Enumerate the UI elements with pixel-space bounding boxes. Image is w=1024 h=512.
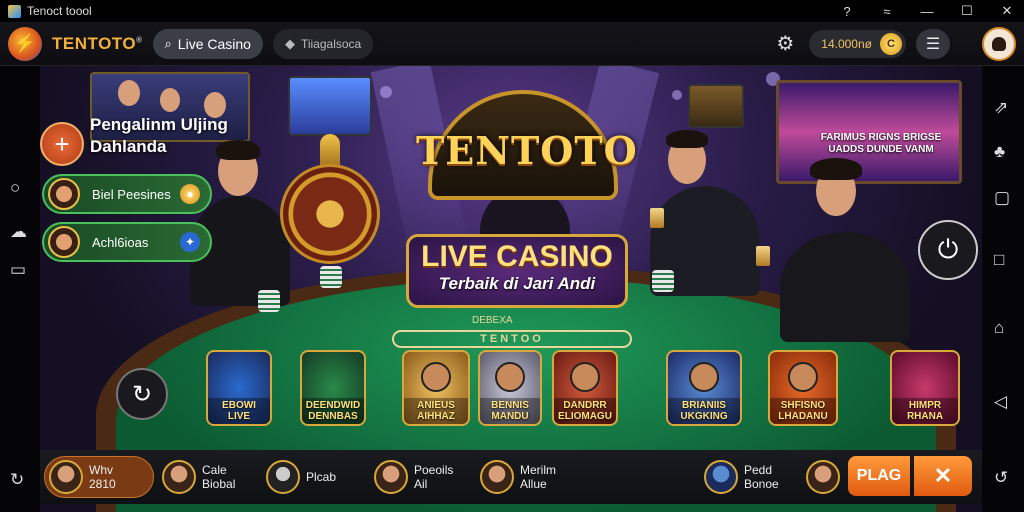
sidebar-item-achievements[interactable]: Achl6ioas ✦ bbox=[42, 222, 212, 262]
game-tile[interactable]: SHFISNO LHADANU bbox=[768, 350, 838, 426]
felt-top-label: DEBEXA bbox=[472, 315, 513, 326]
avatar bbox=[162, 460, 196, 494]
back-icon[interactable]: ◁ bbox=[994, 392, 1007, 412]
tv-screen bbox=[288, 76, 372, 136]
balance-badge[interactable]: 14.000nø C bbox=[809, 29, 906, 58]
export-icon[interactable]: ⇗ bbox=[994, 98, 1008, 118]
brand-name[interactable]: TENTOTO® bbox=[52, 34, 143, 54]
avatar bbox=[266, 460, 300, 494]
player-item[interactable]: Poeoils Ail bbox=[374, 456, 453, 498]
game-tile-name: DEENDWID DENNBAS bbox=[302, 398, 364, 424]
left-rail: ○ ☁ ▭ ↻ bbox=[0, 66, 40, 512]
circle-icon[interactable]: ○ bbox=[10, 178, 20, 198]
game-tile[interactable]: BRIANIIS UKGKING bbox=[666, 350, 742, 426]
ball-icon: ● bbox=[180, 184, 200, 204]
gamepad-icon[interactable]: ♣ bbox=[994, 142, 1005, 162]
wifi-icon[interactable]: ≈ bbox=[878, 4, 896, 19]
sidebar-item-label: Biel Peesines bbox=[92, 186, 171, 202]
play-button[interactable]: PLAG bbox=[848, 456, 910, 496]
coin-icon: C bbox=[880, 32, 902, 55]
player-item[interactable]: Plcab bbox=[266, 456, 336, 498]
tv-screen bbox=[688, 84, 744, 128]
refresh-icon[interactable]: ↻ bbox=[10, 470, 24, 490]
close-panel-button[interactable]: ✕ bbox=[914, 456, 972, 496]
tag-icon: ◆ bbox=[284, 35, 295, 51]
close-icon[interactable]: ✕ bbox=[998, 3, 1016, 19]
player-item[interactable]: Cale Biobal bbox=[162, 456, 235, 498]
add-button[interactable]: + bbox=[40, 122, 84, 166]
avatar bbox=[49, 460, 83, 494]
avatar bbox=[374, 460, 408, 494]
game-tile[interactable]: DEENDWID DENNBAS bbox=[300, 350, 366, 426]
bottom-bar: Whv 2810 Cale Biobal Plcab Poeoils Ail Meri… bbox=[40, 450, 982, 504]
casino-scene: FARIMUS RIGNS BRIGSE UADDS DUNDE VANM DE… bbox=[40, 66, 982, 512]
game-tile-name: EBOWI LIVE bbox=[208, 398, 270, 424]
app-icon bbox=[8, 4, 21, 18]
avatar bbox=[480, 460, 514, 494]
promo-text: Pengalinm Uljing Dahlanda bbox=[90, 115, 228, 156]
tab-label: Tiiagalsoca bbox=[300, 36, 362, 51]
player-item[interactable]: Whv 2810 bbox=[44, 456, 154, 498]
felt-label: TENTOO bbox=[392, 330, 632, 348]
gear-icon[interactable]: ⚙ bbox=[771, 31, 799, 56]
game-tile-name: SHFISNO LHADANU bbox=[770, 398, 836, 424]
live-casino-subtitle: Terbaik di Jari Andi bbox=[438, 274, 596, 293]
avatar[interactable] bbox=[982, 26, 1016, 61]
avatar bbox=[48, 226, 80, 258]
game-tile[interactable]: DANDRR ELIOMAGU bbox=[552, 350, 618, 426]
game-tile[interactable]: EBOWI LIVE bbox=[206, 350, 272, 426]
game-tile[interactable]: ANIEUS AIHHAZ bbox=[402, 350, 470, 426]
tab-live-casino[interactable]: ⌕ Live Casino bbox=[152, 28, 263, 59]
minimize-icon[interactable]: — bbox=[918, 4, 936, 19]
player-item[interactable]: Merilm Allue bbox=[480, 456, 556, 498]
brand-logo-icon[interactable]: ⚡ bbox=[8, 26, 42, 61]
tab-label: Live Casino bbox=[177, 35, 251, 52]
hamburger-icon[interactable]: ☰ bbox=[916, 28, 950, 59]
game-tile-name: HIMPR RHANA bbox=[892, 398, 958, 424]
gift-icon: ✦ bbox=[180, 232, 200, 252]
search-icon: ⌕ bbox=[164, 35, 172, 51]
home-icon[interactable]: ⌂ bbox=[994, 318, 1004, 338]
square-icon[interactable]: ▭ bbox=[10, 260, 26, 280]
cloud-icon[interactable]: ☁ bbox=[10, 222, 27, 242]
game-tile-name: BENNIS MANDU bbox=[480, 398, 540, 424]
balance-value: 14.000nø bbox=[821, 36, 872, 51]
title-bar: Tenoct toool ? ≈ — ☐ ✕ bbox=[0, 0, 1024, 22]
power-button[interactable]: ⏻ bbox=[918, 220, 978, 280]
rotate-icon[interactable]: ↺ bbox=[994, 468, 1008, 488]
avatar bbox=[704, 460, 738, 494]
game-tile-name: BRIANIIS UKGKING bbox=[668, 398, 740, 424]
tab-secondary[interactable]: ◆ Tiiagalsoca bbox=[272, 28, 374, 59]
game-tile[interactable]: HIMPR RHANA bbox=[890, 350, 960, 426]
sidebar-item-label: Achl6ioas bbox=[92, 234, 149, 250]
maximize-icon[interactable]: ☐ bbox=[958, 3, 976, 19]
square-icon[interactable]: □ bbox=[994, 250, 1004, 270]
player-item[interactable] bbox=[806, 456, 840, 498]
player-item[interactable]: Pedd Bonoe bbox=[704, 456, 779, 498]
live-casino-title: LIVE CASINO bbox=[421, 240, 613, 273]
avatar bbox=[806, 460, 840, 494]
window-title: Tenoct toool bbox=[27, 4, 92, 18]
app-window: Tenoct toool ? ≈ — ☐ ✕ ⚡ TENTOTO® ⌕ Live… bbox=[0, 0, 1024, 512]
brand-logo: TENTOTO bbox=[416, 128, 638, 173]
chat-icon[interactable]: ▢ bbox=[994, 188, 1010, 208]
game-tile-name: ANIEUS AIHHAZ bbox=[404, 398, 468, 424]
sidebar-item-sports[interactable]: Biel Peesines ● bbox=[42, 174, 212, 214]
game-tile-name: DANDRR ELIOMAGU bbox=[554, 398, 616, 424]
refresh-button[interactable]: ↻ bbox=[116, 368, 168, 420]
avatar bbox=[48, 178, 80, 210]
roulette-wheel bbox=[280, 134, 380, 264]
help-icon[interactable]: ? bbox=[838, 4, 856, 19]
promo-screen-text: FARIMUS RIGNS BRIGSE UADDS DUNDE VANM bbox=[820, 132, 942, 155]
top-nav: ⚡ TENTOTO® ⌕ Live Casino ◆ Tiiagalsoca ⚙… bbox=[0, 22, 1024, 66]
game-tile[interactable]: BENNIS MANDU bbox=[478, 350, 542, 426]
right-rail: ⇗ ♣ ▢ □ ⌂ ◁ ↺ bbox=[982, 66, 1024, 512]
